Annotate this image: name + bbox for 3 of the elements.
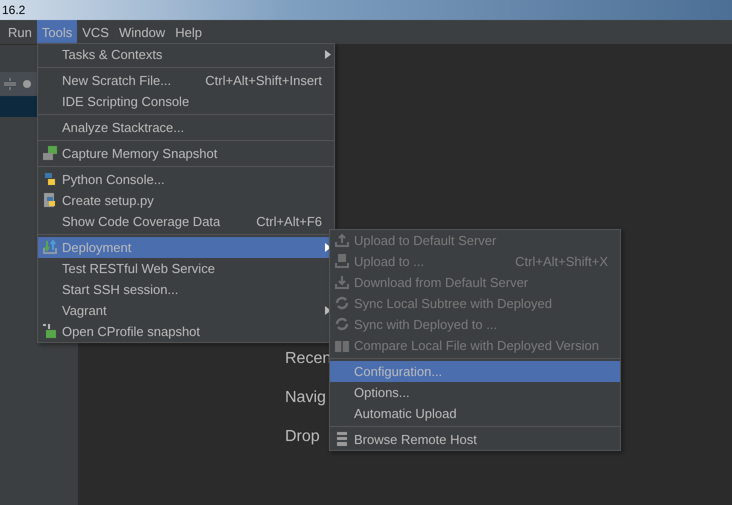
welcome-hint: Navig xyxy=(285,388,327,408)
window-title: 16.2 xyxy=(2,3,26,17)
welcome-hint: Drop xyxy=(285,427,321,447)
